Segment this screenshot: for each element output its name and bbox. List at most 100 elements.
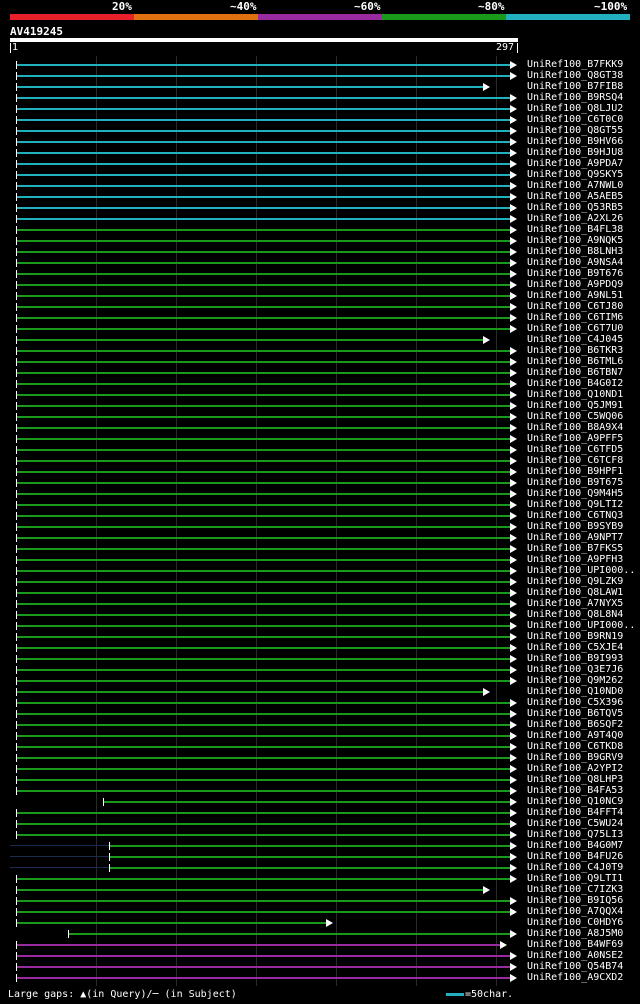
hit-label[interactable]: UniRef100_C6TCF8 [527, 455, 623, 466]
hit-label[interactable]: UniRef100_Q9LTI2 [527, 499, 623, 510]
hit-label[interactable]: UniRef100_A9T4Q0 [527, 730, 623, 741]
hit-alignment-bar[interactable] [16, 482, 510, 484]
hit-label[interactable]: UniRef100_B4G0I2 [527, 378, 623, 389]
hit-alignment-bar[interactable] [16, 713, 510, 715]
hit-alignment-bar[interactable] [16, 471, 510, 473]
hit-label[interactable]: UniRef100_B9HPF1 [527, 466, 623, 477]
hit-alignment-bar[interactable] [16, 636, 510, 638]
hit-label[interactable]: UniRef100_C6T7U0 [527, 323, 623, 334]
hit-label[interactable]: UniRef100_B9SYB9 [527, 521, 623, 532]
hit-label[interactable]: UniRef100_Q9SKY5 [527, 169, 623, 180]
hit-alignment-bar[interactable] [16, 790, 510, 792]
hit-label[interactable]: UniRef100_B9IQ56 [527, 895, 623, 906]
hit-alignment-bar[interactable] [16, 405, 510, 407]
hit-alignment-bar[interactable] [16, 438, 510, 440]
hit-label[interactable]: UniRef100_B9RN19 [527, 631, 623, 642]
hit-label[interactable]: UniRef100_A8J5M0 [527, 928, 623, 939]
hit-label[interactable]: UniRef100_UPI000.. [527, 565, 635, 576]
hit-label[interactable]: UniRef100_A5AEB5 [527, 191, 623, 202]
hit-alignment-bar[interactable] [16, 394, 510, 396]
hit-alignment-bar[interactable] [103, 801, 510, 803]
hit-alignment-bar[interactable] [16, 361, 510, 363]
hit-alignment-bar[interactable] [16, 251, 510, 253]
hit-alignment-bar[interactable] [16, 944, 500, 946]
hit-label[interactable]: UniRef100_A9PDA7 [527, 158, 623, 169]
hit-label[interactable]: UniRef100_Q9LZK9 [527, 576, 623, 587]
hit-label[interactable]: UniRef100_C6T0C0 [527, 114, 623, 125]
hit-label[interactable]: UniRef100_C6TFD5 [527, 444, 623, 455]
hit-alignment-bar[interactable] [16, 240, 510, 242]
hit-label[interactable]: UniRef100_B9HJU8 [527, 147, 623, 158]
hit-label[interactable]: UniRef100_B4FA53 [527, 785, 623, 796]
hit-label[interactable]: UniRef100_A9NSA4 [527, 257, 623, 268]
hit-alignment-bar[interactable] [16, 339, 483, 341]
hit-label[interactable]: UniRef100_A9NL51 [527, 290, 623, 301]
hit-alignment-bar[interactable] [109, 845, 510, 847]
hit-label[interactable]: UniRef100_B9HV66 [527, 136, 623, 147]
hit-alignment-bar[interactable] [16, 427, 510, 429]
hit-alignment-bar[interactable] [16, 966, 510, 968]
hit-label[interactable]: UniRef100_C6TJ80 [527, 301, 623, 312]
hit-label[interactable]: UniRef100_B6TQV5 [527, 708, 623, 719]
hit-label[interactable]: UniRef100_B6TBN7 [527, 367, 623, 378]
hit-alignment-bar[interactable] [16, 702, 510, 704]
hit-alignment-bar[interactable] [16, 97, 510, 99]
hit-alignment-bar[interactable] [16, 449, 510, 451]
hit-alignment-bar[interactable] [16, 922, 326, 924]
hit-alignment-bar[interactable] [16, 757, 510, 759]
hit-label[interactable]: UniRef100_A9PFF5 [527, 433, 623, 444]
hit-label[interactable]: UniRef100_B7FKS5 [527, 543, 623, 554]
hit-label[interactable]: UniRef100_Q10NC9 [527, 796, 623, 807]
hit-alignment-bar[interactable] [16, 328, 510, 330]
hit-alignment-bar[interactable] [16, 295, 510, 297]
hit-alignment-bar[interactable] [16, 372, 510, 374]
hit-label[interactable]: UniRef100_C0HDY6 [527, 917, 623, 928]
hit-label[interactable]: UniRef100_C7IZK3 [527, 884, 623, 895]
hit-label[interactable]: UniRef100_B6TML6 [527, 356, 623, 367]
hit-alignment-bar[interactable] [16, 229, 510, 231]
hit-label[interactable]: UniRef100_C5X396 [527, 697, 623, 708]
hit-label[interactable]: UniRef100_C5WU24 [527, 818, 623, 829]
hit-alignment-bar[interactable] [16, 559, 510, 561]
hit-alignment-bar[interactable] [16, 273, 510, 275]
hit-alignment-bar[interactable] [16, 152, 510, 154]
hit-label[interactable]: UniRef100_A0NSE2 [527, 950, 623, 961]
hit-label[interactable]: UniRef100_B4G0M7 [527, 840, 623, 851]
hit-label[interactable]: UniRef100_Q8LHP3 [527, 774, 623, 785]
hit-alignment-bar[interactable] [16, 570, 510, 572]
hit-label[interactable]: UniRef100_Q3E7J6 [527, 664, 623, 675]
hit-alignment-bar[interactable] [16, 735, 510, 737]
hit-label[interactable]: UniRef100_A9PFH3 [527, 554, 623, 565]
hit-label[interactable]: UniRef100_Q8LAW1 [527, 587, 623, 598]
hit-label[interactable]: UniRef100_B7FKK9 [527, 59, 623, 70]
hit-alignment-bar[interactable] [16, 493, 510, 495]
hit-alignment-bar[interactable] [16, 284, 510, 286]
hit-alignment-bar[interactable] [16, 141, 510, 143]
hit-alignment-bar[interactable] [16, 746, 510, 748]
hit-label[interactable]: UniRef100_B8LNH3 [527, 246, 623, 257]
hit-alignment-bar[interactable] [16, 504, 510, 506]
hit-label[interactable]: UniRef100_B9RSQ4 [527, 92, 623, 103]
hit-alignment-bar[interactable] [16, 75, 510, 77]
hit-alignment-bar[interactable] [16, 680, 510, 682]
hit-label[interactable]: UniRef100_Q10ND0 [527, 686, 623, 697]
hit-alignment-bar[interactable] [16, 196, 510, 198]
hit-label[interactable]: UniRef100_C4J0T9 [527, 862, 623, 873]
hit-alignment-bar[interactable] [16, 185, 510, 187]
hit-alignment-bar[interactable] [16, 658, 510, 660]
hit-label[interactable]: UniRef100_C6TNQ3 [527, 510, 623, 521]
hit-alignment-bar[interactable] [16, 889, 483, 891]
hit-alignment-bar[interactable] [16, 108, 510, 110]
hit-alignment-bar[interactable] [16, 834, 510, 836]
hit-label[interactable]: UniRef100_C4J045 [527, 334, 623, 345]
hit-alignment-bar[interactable] [16, 317, 510, 319]
hit-label[interactable]: UniRef100_C6TIM6 [527, 312, 623, 323]
hit-label[interactable]: UniRef100_Q8L8N4 [527, 609, 623, 620]
hit-label[interactable]: UniRef100_B4FU26 [527, 851, 623, 862]
hit-alignment-bar[interactable] [16, 86, 483, 88]
hit-alignment-bar[interactable] [16, 955, 510, 957]
hit-alignment-bar[interactable] [16, 592, 510, 594]
hit-label[interactable]: UniRef100_A2YPI2 [527, 763, 623, 774]
hit-label[interactable]: UniRef100_Q8GT55 [527, 125, 623, 136]
hit-label[interactable]: UniRef100_Q9LTI1 [527, 873, 623, 884]
